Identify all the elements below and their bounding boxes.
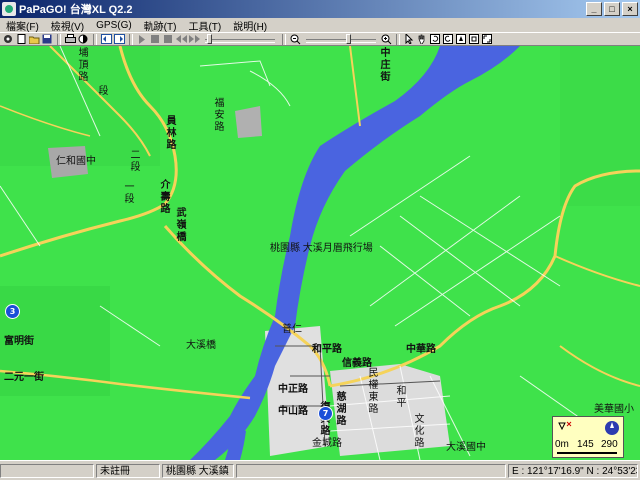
map-label-street: 段 [98, 86, 109, 97]
map-label-street: 金城路 [312, 438, 342, 449]
menu-file[interactable]: 檔案(F) [0, 18, 45, 33]
route-shield-3: 3 [5, 304, 20, 319]
window-title: PaPaGO! 台灣XL Q2.2 [19, 4, 133, 16]
map-label-street: 二段 [130, 150, 141, 173]
map-label-street: 福安路 [214, 98, 225, 133]
contrast-icon[interactable] [77, 34, 89, 45]
registration-status: 未註冊 [96, 463, 160, 478]
map-label-street: 員林路 [166, 116, 177, 151]
fast-forward-icon[interactable] [188, 34, 200, 45]
app-icon [2, 2, 16, 16]
menu-track[interactable]: 軌跡(T) [138, 18, 183, 33]
map-label-street: 民權東路 [368, 368, 379, 415]
toolbar-separator [57, 33, 61, 45]
title-bar[interactable]: PaPaGO! 台灣XL Q2.2 _ □ × [0, 0, 640, 18]
location-status: 桃園縣 大溪鎮 [162, 463, 234, 478]
map-label-street: 中華路 [406, 344, 436, 355]
zoom-out-icon[interactable] [289, 34, 301, 45]
map-label-bridge: 大溪橋 [186, 340, 216, 351]
map-label-street: 中庄街 [380, 48, 391, 83]
maximize-button[interactable]: □ [604, 2, 620, 16]
zoom-in-icon[interactable] [380, 34, 392, 45]
menu-view[interactable]: 檢視(V) [45, 18, 90, 33]
rewind-icon[interactable] [175, 34, 187, 45]
pointer-icon[interactable] [403, 34, 415, 45]
map-label-street: 慈湖路 [336, 392, 347, 427]
scale-end: 290 [601, 439, 618, 450]
scale-compass-panel: 0m 145 290 [552, 416, 624, 458]
forward-arrow-icon[interactable] [113, 34, 125, 45]
map-view[interactable]: 仁和國中 桃園縣 大溪月眉飛行場 大溪橋 富明街 二元一街 中正路 中山路 中華… [0, 46, 640, 460]
status-blank [236, 463, 506, 478]
menu-tools[interactable]: 工具(T) [182, 18, 227, 33]
map-label-street: 中正路 [278, 384, 308, 395]
toolbar [0, 32, 640, 46]
fullscreen-icon[interactable] [481, 34, 493, 45]
map-label-airfield: 桃園縣 大溪月眉飛行場 [270, 243, 373, 254]
minimize-button[interactable]: _ [586, 2, 602, 16]
stop-icon[interactable] [149, 34, 161, 45]
play-icon[interactable] [136, 34, 148, 45]
map-label-street: 中山路 [278, 406, 308, 417]
menu-help[interactable]: 說明(H) [227, 18, 273, 33]
zoom-slider[interactable] [306, 33, 376, 45]
toolbar-separator [93, 33, 97, 45]
print-icon[interactable] [64, 34, 76, 45]
open-folder-icon[interactable] [28, 34, 40, 45]
map-label-street: 二元一街 [4, 372, 44, 383]
map-label-street: 文化路 [414, 414, 425, 449]
map-label-school: 美華國小 [594, 404, 634, 415]
toolbar-separator [396, 33, 400, 45]
record-icon[interactable] [162, 34, 174, 45]
scale-bar [557, 452, 617, 454]
playback-speed-slider[interactable] [205, 33, 275, 45]
back-arrow-icon[interactable] [100, 34, 112, 45]
map-label-bridge: 武嶺橋 [176, 208, 187, 243]
map-label-street: 和平 [396, 386, 407, 409]
north-up-icon[interactable] [455, 34, 467, 45]
compass-icon [558, 421, 619, 435]
menu-bar: 檔案(F) 檢視(V) GPS(G) 軌跡(T) 工具(T) 說明(H) [0, 18, 640, 33]
menu-gps[interactable]: GPS(G) [90, 20, 138, 31]
status-bar: 未註冊 桃園縣 大溪鎮 E : 121°17'16.9" N : 24°53'2… [0, 460, 640, 480]
hand-pan-icon[interactable] [416, 34, 428, 45]
map-label-street: 埔頂路 [78, 48, 89, 83]
map-label-street: 和平路 [312, 344, 342, 355]
rotate-left-icon[interactable] [429, 34, 441, 45]
rotate-right-icon[interactable] [442, 34, 454, 45]
scale-start: 0m [555, 439, 569, 450]
toolbar-separator [129, 33, 133, 45]
close-button[interactable]: × [622, 2, 638, 16]
new-file-icon[interactable] [15, 34, 27, 45]
save-icon[interactable] [41, 34, 53, 45]
map-label-street: 富明街 [4, 336, 34, 347]
route-shield-7: 7 [318, 406, 333, 421]
map-label-area: 普仁 [282, 324, 302, 335]
coordinate-readout: E : 121°17'16.9" N : 24°53'23.8 [508, 463, 638, 478]
map-label-school: 大溪國中 [446, 442, 486, 453]
map-label-street: 介壽路 [160, 180, 171, 215]
map-label-school: 仁和國中 [56, 156, 96, 167]
toolbar-separator [282, 33, 286, 45]
map-label-street: 一段 [124, 182, 135, 205]
status-blank [0, 463, 94, 478]
scale-mid: 145 [577, 439, 594, 450]
gps-icon[interactable] [2, 34, 14, 45]
fit-view-icon[interactable] [468, 34, 480, 45]
